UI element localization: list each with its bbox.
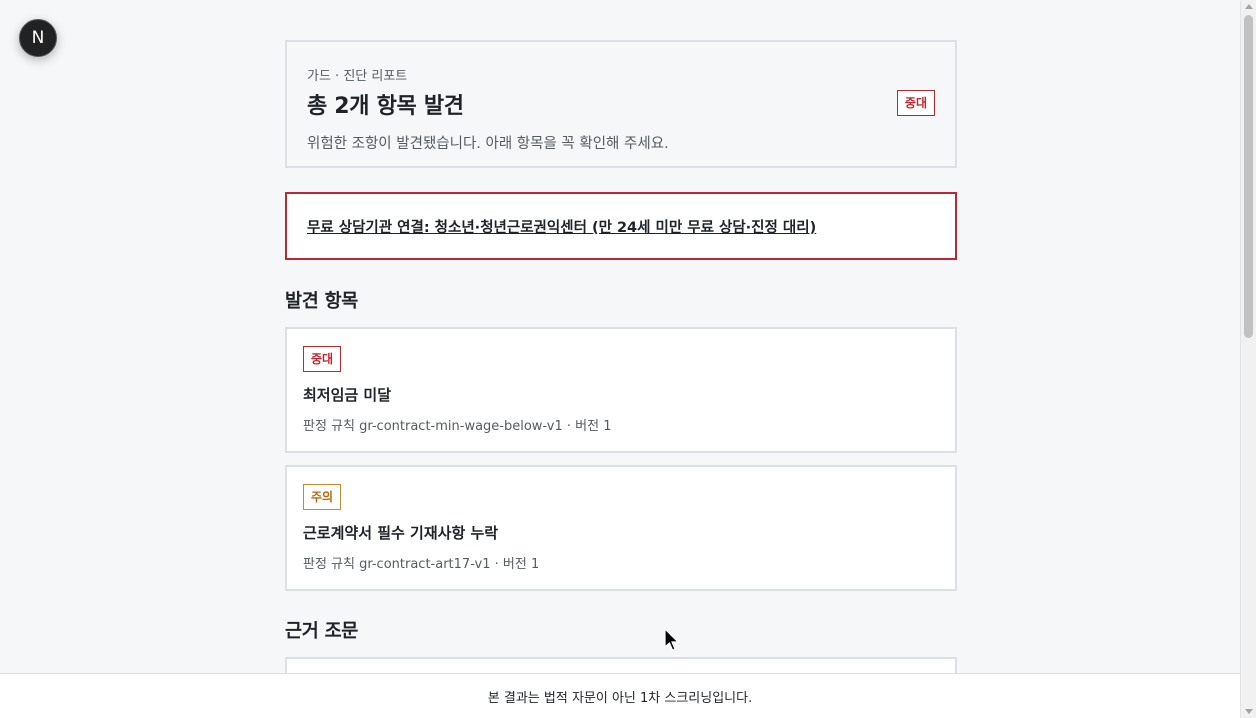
counseling-alert: 무료 상담기관 연결: 청소년·청년근로권익센터 (만 24세 미만 무료 상담… bbox=[285, 192, 957, 260]
finding-title: 근로계약서 필수 기재사항 누락 bbox=[303, 524, 499, 542]
finding-card: 중대 최저임금 미달 판정 규칙 gr-contract-min-wage-be… bbox=[285, 327, 957, 453]
mouse-cursor-icon bbox=[664, 628, 680, 651]
dev-tools-badge-letter: N bbox=[31, 28, 45, 48]
finding-card: 주의 근로계약서 필수 기재사항 누락 판정 규칙 gr-contract-ar… bbox=[285, 465, 957, 591]
scroll-up-arrow-icon[interactable] bbox=[1245, 4, 1253, 9]
finding-severity-badge: 중대 bbox=[303, 346, 342, 372]
dev-tools-badge[interactable]: N bbox=[19, 19, 57, 57]
vertical-scrollbar[interactable] bbox=[1240, 0, 1256, 718]
scroll-down-arrow-icon[interactable] bbox=[1245, 709, 1253, 714]
finding-title: 최저임금 미달 bbox=[303, 386, 392, 404]
finding-rule: 판정 규칙 gr-contract-min-wage-below-v1 · 버전… bbox=[303, 419, 612, 434]
summary-card: 가드 · 진단 리포트 총 2개 항목 발견 위험한 조항이 발견됐습니다. 아… bbox=[285, 40, 957, 168]
finding-rule: 판정 규칙 gr-contract-art17-v1 · 버전 1 bbox=[303, 557, 540, 572]
report-kicker: 가드 · 진단 리포트 bbox=[307, 69, 408, 84]
finding-severity-badge: 주의 bbox=[303, 484, 342, 510]
disclaimer-text: 본 결과는 법적 자문이 아닌 1차 스크리닝입니다. bbox=[487, 690, 753, 706]
disclaimer-footer: 본 결과는 법적 자문이 아닌 1차 스크리닝입니다. bbox=[0, 673, 1240, 718]
overall-severity-badge: 중대 bbox=[896, 90, 935, 116]
report-title: 총 2개 항목 발견 bbox=[307, 94, 464, 119]
findings-section-title: 발견 항목 bbox=[285, 291, 359, 312]
evidence-section-title: 근거 조문 bbox=[285, 621, 359, 642]
report-container: 가드 · 진단 리포트 총 2개 항목 발견 위험한 조항이 발견됐습니다. 아… bbox=[285, 40, 957, 697]
counseling-center-link[interactable]: 무료 상담기관 연결: 청소년·청년근로권익센터 (만 24세 미만 무료 상담… bbox=[307, 220, 816, 236]
report-description: 위험한 조항이 발견됐습니다. 아래 항목을 꼭 확인해 주세요. bbox=[307, 136, 669, 152]
scrollbar-thumb[interactable] bbox=[1244, 15, 1253, 338]
